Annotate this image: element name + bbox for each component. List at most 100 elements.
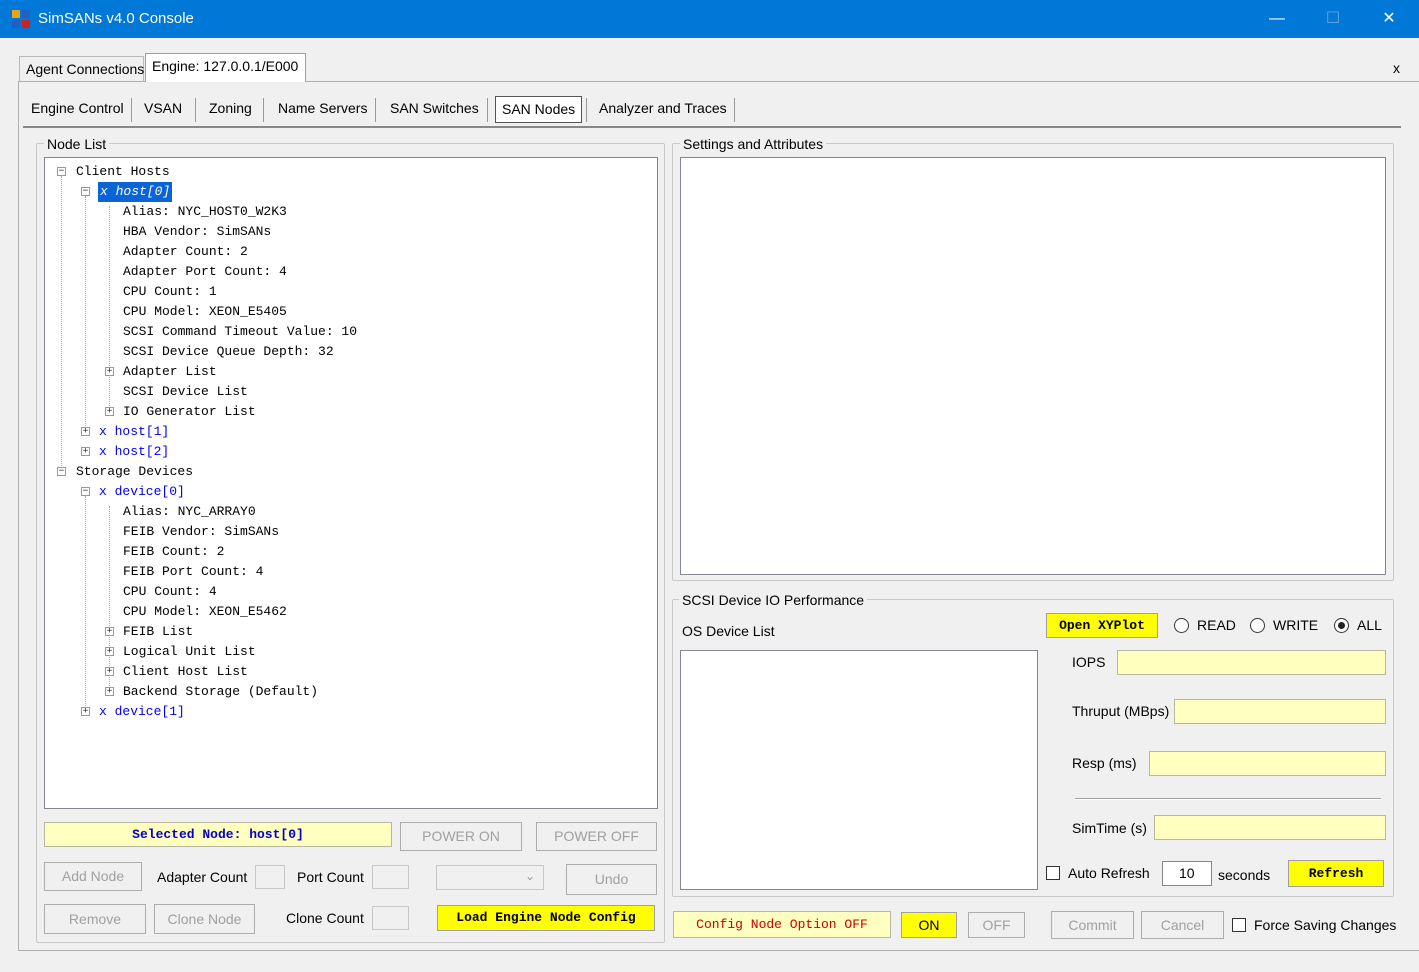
power-on-button[interactable]: POWER ON [400,822,522,851]
collapse-icon[interactable]: − [81,187,90,196]
tree-attr[interactable]: CPU Model: XEON_E5405 [123,302,287,322]
tree-attr[interactable]: CPU Count: 4 [123,582,217,602]
tab-separator [487,98,488,122]
app-icon [12,10,30,28]
tab-san-switches[interactable]: SAN Switches [384,98,485,122]
tab-name-servers[interactable]: Name Servers [272,98,373,122]
auto-refresh-label: Auto Refresh [1068,865,1150,881]
tab-san-nodes[interactable]: SAN Nodes [495,96,583,123]
cancel-button[interactable]: Cancel [1141,911,1224,939]
refresh-interval-input[interactable]: 10 [1162,861,1212,886]
port-count-input[interactable] [372,865,409,889]
tree-node-adapter-list[interactable]: Adapter List [123,362,217,382]
clone-count-input[interactable] [372,906,409,930]
power-off-button[interactable]: POWER OFF [536,822,657,851]
tree-node-device-1[interactable]: x device[1] [99,702,185,722]
os-device-list[interactable] [680,650,1038,890]
iops-label: IOPS [1072,654,1106,670]
tab-separator [734,98,735,122]
port-count-label: Port Count [297,869,364,885]
tab-analyzer-traces[interactable]: Analyzer and Traces [593,98,733,122]
tab-engine-control[interactable]: Engine Control [25,98,130,122]
close-button[interactable]: ✕ [1361,0,1417,38]
settings-panel[interactable] [680,157,1386,575]
clone-node-button[interactable]: Clone Node [154,904,255,934]
iops-field [1117,650,1386,675]
tab-engine[interactable]: Engine: 127.0.0.1/E000 [145,53,306,82]
read-radio[interactable] [1174,618,1189,633]
collapse-icon[interactable]: − [57,167,66,176]
refresh-button[interactable]: Refresh [1288,860,1384,887]
expand-icon[interactable]: + [81,427,90,436]
tree-node-device-0[interactable]: x device[0] [99,482,185,502]
chevron-down-icon: ⌄ [524,869,535,883]
simtime-label: SimTime (s) [1072,820,1147,836]
expand-icon[interactable]: + [105,647,114,656]
resp-label: Resp (ms) [1072,755,1137,771]
expand-icon[interactable]: + [105,367,114,376]
tree-attr[interactable]: FEIB Vendor: SimSANs [123,522,279,542]
tree-attr[interactable]: Adapter Port Count: 4 [123,262,287,282]
tree-attr[interactable]: FEIB Port Count: 4 [123,562,263,582]
tree-attr[interactable]: HBA Vendor: SimSANs [123,222,271,242]
on-button[interactable]: ON [901,912,957,938]
tree-attr[interactable]: Alias: NYC_ARRAY0 [123,502,256,522]
expand-icon[interactable]: + [105,687,114,696]
expand-icon[interactable]: + [105,667,114,676]
off-button[interactable]: OFF [968,912,1025,938]
tab-zoning[interactable]: Zoning [203,98,258,122]
expand-icon[interactable]: + [81,447,90,456]
tree-attr[interactable]: FEIB Count: 2 [123,542,224,562]
read-label: READ [1197,617,1236,633]
load-engine-config-button[interactable]: Load Engine Node Config [437,905,655,931]
tree-node-feib-list[interactable]: FEIB List [123,622,193,642]
all-label: ALL [1357,617,1382,633]
tree-node-host-1[interactable]: x host[1] [99,422,169,442]
os-device-list-label: OS Device List [682,623,775,639]
perf-label: SCSI Device IO Performance [679,592,868,608]
remove-button[interactable]: Remove [44,904,146,934]
window-title: SimSANs v4.0 Console [38,10,194,27]
tree-node-client-host-list[interactable]: Client Host List [123,662,248,682]
minimize-button[interactable]: — [1249,0,1305,38]
maximize-button[interactable]: ☐ [1305,0,1361,38]
expand-icon[interactable]: + [105,627,114,636]
commit-button[interactable]: Commit [1051,911,1134,939]
tree-attr[interactable]: CPU Model: XEON_E5462 [123,602,287,622]
tree-attr[interactable]: CPU Count: 1 [123,282,217,302]
collapse-icon[interactable]: − [57,467,66,476]
simtime-field [1154,815,1386,840]
write-radio[interactable] [1250,618,1265,633]
tab-vsan[interactable]: VSAN [138,98,188,122]
tree-attr[interactable]: SCSI Command Timeout Value: 10 [123,322,357,342]
tab-separator [375,98,376,122]
tree-node-io-generator-list[interactable]: IO Generator List [123,402,256,422]
tree-attr[interactable]: Alias: NYC_HOST0_W2K3 [123,202,287,222]
tree-attr[interactable]: Adapter Count: 2 [123,242,248,262]
auto-refresh-checkbox[interactable] [1046,866,1060,880]
add-node-button[interactable]: Add Node [44,862,142,891]
expand-icon[interactable]: + [81,707,90,716]
open-xyplot-button[interactable]: Open XYPlot [1046,613,1158,638]
tree-node-host-0[interactable]: x host[0] [98,182,173,202]
tree-node-backend-storage[interactable]: Backend Storage (Default) [123,682,318,702]
close-tab-icon[interactable]: x [1393,60,1400,76]
tree-node-scsi-device-list[interactable]: SCSI Device List [123,382,248,402]
tab-agent-connections[interactable]: Agent Connections [19,56,144,81]
undo-button[interactable]: Undo [566,864,657,895]
tree-attr[interactable]: SCSI Device Queue Depth: 32 [123,342,334,362]
node-type-dropdown[interactable]: ⌄ [436,865,544,890]
tree-node-client-hosts[interactable]: Client Hosts [76,162,170,182]
node-list-label: Node List [44,136,110,152]
tree-node-storage-devices[interactable]: Storage Devices [76,462,193,482]
tab-underline [23,126,1401,128]
tree-node-host-2[interactable]: x host[2] [99,442,169,462]
expand-icon[interactable]: + [105,407,114,416]
force-saving-checkbox[interactable] [1232,918,1246,932]
adapter-count-input[interactable] [255,865,285,889]
all-radio[interactable] [1334,618,1349,633]
collapse-icon[interactable]: − [81,487,90,496]
clone-count-label: Clone Count [286,910,364,926]
node-tree[interactable]: − − + + + + − − + + + + + Client Hosts x… [44,157,658,809]
tree-node-logical-unit-list[interactable]: Logical Unit List [123,642,256,662]
